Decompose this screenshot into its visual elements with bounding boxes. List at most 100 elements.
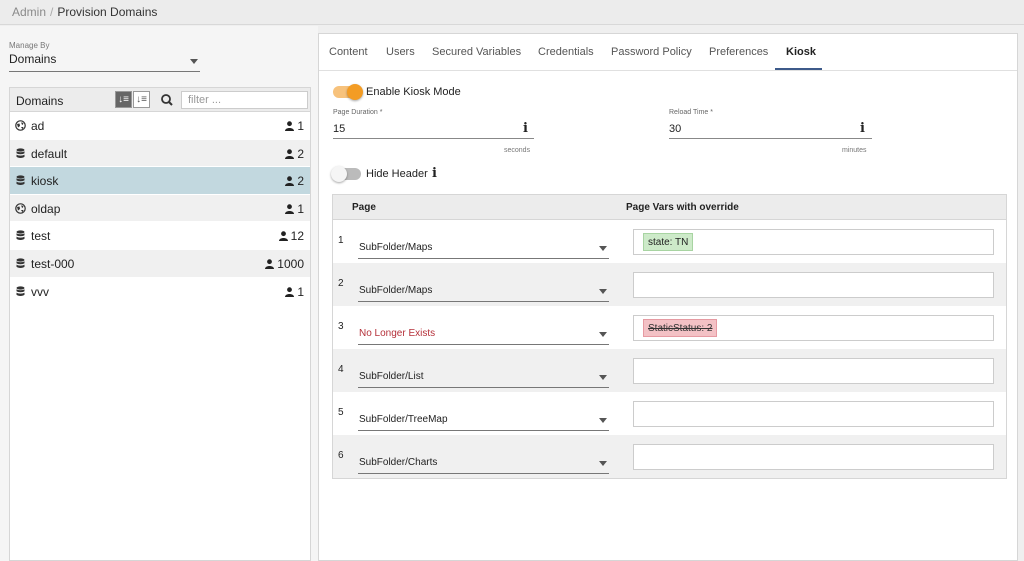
- chevron-down-icon: [599, 461, 607, 466]
- hide-header-label: Hide Header: [366, 168, 428, 180]
- chevron-down-icon: [599, 246, 607, 251]
- sort-ascending-icon[interactable]: ↓≡: [115, 91, 132, 108]
- user-icon: [285, 286, 295, 297]
- reload-time-field[interactable]: 30: [669, 119, 872, 139]
- breadcrumb-admin-link[interactable]: Admin: [12, 5, 46, 19]
- reload-time-label: Reload Time *: [669, 109, 713, 116]
- domain-row-vvv[interactable]: vvv 1: [10, 278, 310, 306]
- user-count-value: 1: [297, 201, 304, 216]
- user-count: 1000: [265, 257, 304, 271]
- globe-icon: [15, 120, 26, 131]
- column-header-page: Page: [352, 202, 376, 213]
- sort-descending-icon[interactable]: ↓≡: [133, 91, 150, 108]
- tab-content[interactable]: Content: [329, 46, 368, 58]
- tab-credentials[interactable]: Credentials: [538, 46, 594, 58]
- page-select-value: No Longer Exists: [359, 328, 436, 339]
- database-icon: [15, 258, 26, 269]
- domain-name: oldap: [31, 201, 61, 216]
- domain-list: ad 1 default 2 kiosk 2 oldap 1 test 12 t…: [10, 112, 310, 306]
- info-icon[interactable]: i: [432, 166, 437, 181]
- page-vars-input[interactable]: [633, 444, 994, 470]
- page-duration-field[interactable]: 15: [333, 119, 534, 139]
- user-icon: [278, 231, 288, 242]
- page-vars-input[interactable]: state: TN: [633, 229, 994, 255]
- tab-preferences[interactable]: Preferences: [709, 46, 768, 58]
- domain-row-oldap[interactable]: oldap 1: [10, 194, 310, 223]
- enable-kiosk-toggle[interactable]: [333, 84, 363, 100]
- row-number: 3: [338, 321, 344, 332]
- domain-row-default[interactable]: default 2: [10, 139, 310, 168]
- domain-filter-input[interactable]: [181, 91, 308, 109]
- user-count-value: 2: [297, 174, 304, 189]
- chevron-down-icon: [599, 375, 607, 380]
- tab-password-policy[interactable]: Password Policy: [611, 46, 692, 58]
- page-select[interactable]: SubFolder/Charts: [358, 455, 609, 474]
- page-select[interactable]: No Longer Exists: [358, 326, 609, 345]
- manage-by-value: Domains: [9, 52, 57, 66]
- breadcrumb-current: Provision Domains: [57, 5, 158, 19]
- page-vars-input[interactable]: [633, 272, 994, 298]
- domain-row-test-000[interactable]: test-000 1000: [10, 249, 310, 278]
- breadcrumb-separator: /: [50, 5, 54, 19]
- user-icon: [285, 148, 295, 159]
- page-var-chip[interactable]: StaticStatus: 2: [643, 319, 718, 337]
- domains-panel-title: Domains: [16, 94, 64, 108]
- table-row: 3 No Longer Exists StaticStatus: 2: [333, 306, 1006, 349]
- breadcrumb: Admin / Provision Domains: [0, 0, 1024, 25]
- page-duration-unit: seconds: [504, 147, 531, 154]
- domain-name: kiosk: [31, 174, 59, 189]
- page-select[interactable]: SubFolder/TreeMap: [358, 412, 609, 431]
- user-count: 2: [285, 147, 304, 161]
- domain-row-ad[interactable]: ad 1: [10, 112, 310, 140]
- search-icon[interactable]: [158, 92, 176, 108]
- toggle-knob: [347, 84, 363, 100]
- domain-name: ad: [31, 119, 45, 133]
- database-icon: [15, 147, 26, 159]
- tab-kiosk[interactable]: Kiosk: [786, 46, 816, 58]
- database-icon: [15, 175, 26, 186]
- table-row: 2 SubFolder/Maps: [333, 263, 1006, 306]
- page-select-value: SubFolder/List: [359, 371, 424, 382]
- domain-row-test[interactable]: test 12: [10, 222, 310, 250]
- row-number: 4: [338, 364, 344, 375]
- page-select-value: SubFolder/TreeMap: [359, 414, 448, 425]
- hide-header-toggle[interactable]: [331, 166, 361, 182]
- enable-kiosk-label: Enable Kiosk Mode: [366, 86, 461, 98]
- page-select-value: SubFolder/Maps: [359, 285, 433, 296]
- row-number: 1: [338, 235, 344, 246]
- domain-name: vvv: [31, 284, 49, 299]
- row-number: 6: [338, 450, 344, 461]
- info-icon[interactable]: i: [523, 121, 528, 136]
- user-count-value: 12: [290, 229, 304, 244]
- row-number: 5: [338, 407, 344, 418]
- user-count: 1: [285, 119, 304, 133]
- reload-time-unit: minutes: [842, 147, 867, 154]
- globe-icon: [15, 202, 26, 214]
- page-select[interactable]: SubFolder/List: [358, 369, 609, 388]
- page-select[interactable]: SubFolder/Maps: [358, 283, 609, 302]
- kiosk-panel: Content Users Secured Variables Credenti…: [318, 33, 1018, 561]
- active-tab-indicator: [775, 68, 822, 70]
- kiosk-pages-table: Page Page Vars with override 1 SubFolder…: [332, 194, 1007, 479]
- domains-panel-header: Domains ↓≡ ↓≡: [10, 88, 310, 112]
- user-count-value: 1000: [277, 256, 304, 271]
- page-vars-input[interactable]: [633, 358, 994, 384]
- user-icon: [285, 176, 295, 187]
- domain-name: test-000: [31, 256, 75, 271]
- page-vars-input[interactable]: StaticStatus: 2: [633, 315, 994, 341]
- domain-row-kiosk[interactable]: kiosk 2: [10, 167, 310, 195]
- manage-by-select[interactable]: Domains: [9, 52, 200, 72]
- domains-sidebar: Manage By Domains Domains ↓≡ ↓≡ ad 1 def…: [0, 26, 318, 561]
- table-row: 6 SubFolder/Charts: [333, 435, 1006, 478]
- info-icon[interactable]: i: [860, 121, 865, 136]
- user-count-value: 2: [297, 146, 304, 161]
- database-icon: [15, 285, 26, 297]
- tab-users[interactable]: Users: [386, 46, 415, 58]
- page-select-value: SubFolder/Charts: [359, 457, 438, 468]
- page-select[interactable]: SubFolder/Maps: [358, 240, 609, 259]
- page-var-chip[interactable]: state: TN: [643, 233, 694, 251]
- user-icon: [285, 204, 295, 214]
- page-vars-input[interactable]: [633, 401, 994, 427]
- user-count: 2: [285, 174, 304, 188]
- tab-secured-variables[interactable]: Secured Variables: [432, 46, 521, 58]
